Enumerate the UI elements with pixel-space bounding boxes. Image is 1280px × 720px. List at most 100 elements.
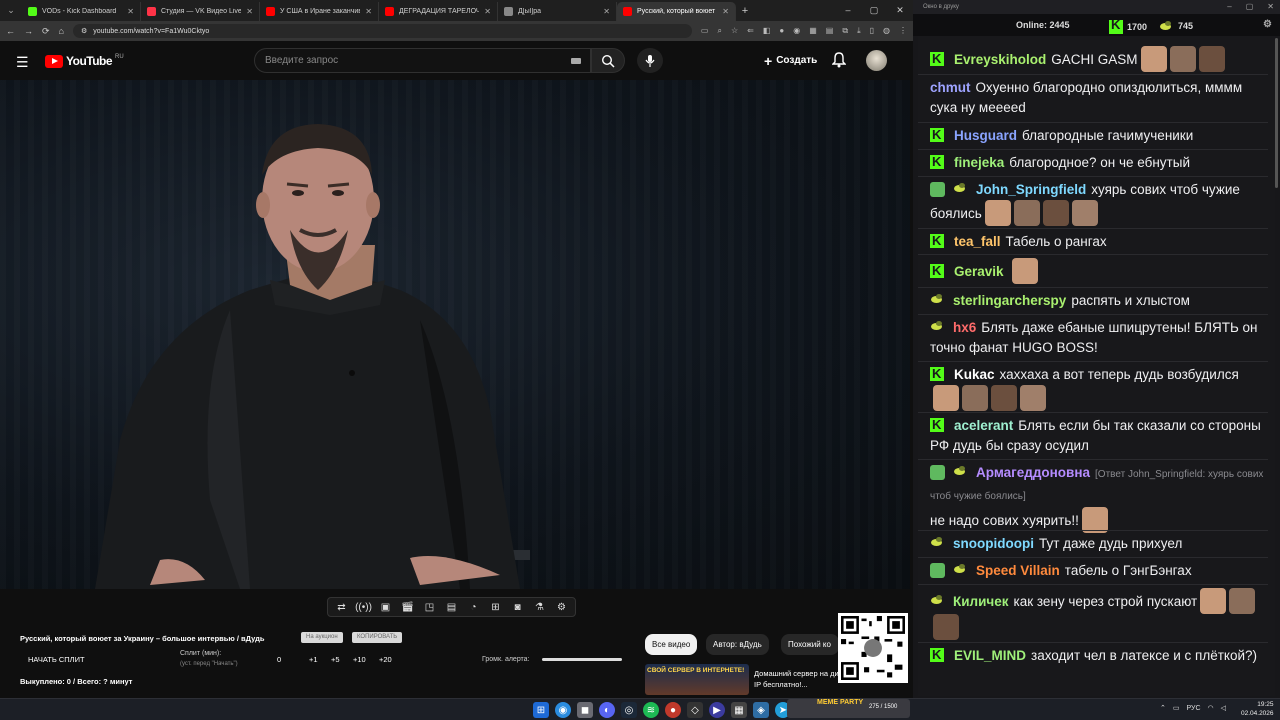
split-add-10-button[interactable]: +10 bbox=[353, 655, 366, 664]
keyboard-icon[interactable] bbox=[571, 58, 581, 64]
cast-icon[interactable]: ▭ bbox=[701, 26, 709, 36]
tab-close-icon[interactable]: ✕ bbox=[722, 7, 729, 16]
chat-scrollbar[interactable] bbox=[1275, 38, 1278, 188]
extension-icon[interactable]: ● bbox=[779, 26, 784, 36]
flask-icon[interactable]: ⚗ bbox=[530, 599, 549, 615]
url-field[interactable]: ⚙ youtube.com/watch?v=Fa1Wu0Cktyo bbox=[72, 24, 692, 38]
chat-username[interactable]: John_Springfield bbox=[976, 182, 1086, 197]
discord-icon[interactable]: ◐ bbox=[599, 702, 615, 718]
start-split-button[interactable]: НАЧАТЬ СПЛИТ bbox=[28, 655, 85, 664]
loop-icon[interactable]: ⇄ bbox=[332, 599, 351, 615]
chip-author[interactable]: Автор: вДудь bbox=[706, 634, 769, 655]
tray-overflow-icon[interactable]: ⌃ bbox=[1160, 704, 1166, 712]
app-icon[interactable]: ◼ bbox=[577, 702, 593, 718]
split-add-20-button[interactable]: +20 bbox=[379, 655, 392, 664]
maximize-icon[interactable]: ▢ bbox=[1246, 0, 1254, 14]
auction-button[interactable]: На аукцион bbox=[301, 632, 343, 643]
chat-username[interactable]: Киличек bbox=[953, 594, 1009, 609]
app-icon[interactable]: ◈ bbox=[753, 702, 769, 718]
chat-username[interactable]: finejeka bbox=[954, 155, 1004, 170]
tab-close-icon[interactable]: ✕ bbox=[484, 7, 491, 16]
video-player[interactable] bbox=[0, 80, 910, 589]
network-icon[interactable]: ▭ bbox=[1173, 704, 1180, 712]
extensions-puzzle-icon[interactable]: ⧉ bbox=[842, 26, 848, 36]
menu-icon[interactable]: ⋮ bbox=[899, 26, 907, 36]
zoom-icon[interactable]: ⌕ bbox=[717, 26, 721, 36]
split-value-0[interactable]: 0 bbox=[277, 655, 281, 664]
sidebar-icon[interactable]: ▯ bbox=[870, 26, 874, 36]
search-input[interactable]: Введите запрос bbox=[254, 48, 591, 73]
notifications-bell-icon[interactable] bbox=[831, 52, 847, 73]
theater-icon[interactable]: ▤ bbox=[442, 599, 461, 615]
settings-gear-icon[interactable]: ⚙ bbox=[552, 599, 571, 615]
plus-frame-icon[interactable]: ⊞ bbox=[486, 599, 505, 615]
picture-in-picture-icon[interactable]: ◳ bbox=[420, 599, 439, 615]
tab-close-icon[interactable]: ✕ bbox=[246, 7, 253, 16]
hamburger-menu-icon[interactable]: ☰ bbox=[16, 54, 29, 71]
audio-icon[interactable]: ((•)) bbox=[354, 599, 373, 615]
clapperboard-icon[interactable]: 🎬︎ bbox=[398, 599, 417, 615]
chat-username[interactable]: acelerant bbox=[954, 418, 1013, 433]
chat-username[interactable]: tea_fall bbox=[954, 234, 1001, 249]
bookmark-star-icon[interactable]: ☆ bbox=[731, 26, 738, 36]
mini-player-icon[interactable]: ▣ bbox=[376, 599, 395, 615]
browser-tab[interactable]: У США в Иране заканчиваются ✕ bbox=[260, 2, 379, 21]
split-add-5-button[interactable]: +5 bbox=[331, 655, 340, 664]
app-icon[interactable]: ▦ bbox=[731, 702, 747, 718]
search-button[interactable] bbox=[591, 48, 625, 73]
chat-username[interactable]: chmut bbox=[930, 80, 971, 95]
extension-icon[interactable]: ▦ bbox=[809, 26, 817, 36]
chat-username[interactable]: snoopidoopi bbox=[953, 536, 1034, 551]
extension-icon[interactable]: ▤ bbox=[826, 26, 834, 36]
tab-close-icon[interactable]: ✕ bbox=[603, 7, 610, 16]
volume-icon[interactable]: ◁ bbox=[1221, 704, 1226, 712]
close-icon[interactable]: ✕ bbox=[887, 0, 913, 21]
browser-tab[interactable]: Русский, который воюет з ✕ bbox=[617, 2, 736, 21]
minimize-icon[interactable]: – bbox=[835, 0, 861, 21]
profile-icon[interactable]: ◍ bbox=[883, 26, 890, 36]
split-add-1-button[interactable]: +1 bbox=[309, 655, 318, 664]
voice-search-button[interactable] bbox=[637, 48, 663, 73]
chat-settings-gear-icon[interactable]: ⚙ bbox=[1263, 19, 1272, 30]
chat-username[interactable]: Kukac bbox=[954, 367, 995, 382]
chrome-icon[interactable]: ◉ bbox=[555, 702, 571, 718]
create-button[interactable]: + Создать bbox=[756, 49, 825, 72]
chat-username[interactable]: sterlingarcherspy bbox=[953, 293, 1066, 308]
reload-icon[interactable]: ⟳ bbox=[42, 26, 50, 37]
youtube-logo[interactable]: YouTube RU bbox=[45, 54, 124, 68]
close-icon[interactable]: ✕ bbox=[1267, 0, 1274, 14]
forward-icon[interactable]: → bbox=[24, 26, 33, 36]
spotify-icon[interactable]: ≋ bbox=[643, 702, 659, 718]
new-tab-button[interactable]: + bbox=[736, 2, 754, 21]
chat-username[interactable]: hx6 bbox=[953, 320, 976, 335]
obs-icon[interactable]: ● bbox=[665, 702, 681, 718]
minimize-icon[interactable]: – bbox=[1227, 0, 1231, 14]
chat-username[interactable]: Evreyskiholod bbox=[954, 52, 1046, 67]
extension-icon[interactable]: ⇐ bbox=[747, 26, 754, 36]
steam-icon[interactable]: ◎ bbox=[621, 702, 637, 718]
media-player-icon[interactable]: ▶ bbox=[709, 702, 725, 718]
maximize-icon[interactable]: ▢ bbox=[861, 0, 887, 21]
browser-tab[interactable]: ДЕГРАДАЦИЯ ТАРЕЛОЧНИЦ ✕ bbox=[379, 2, 498, 21]
meme-party-app[interactable]: MEME PARTY 275 / 1500 bbox=[787, 699, 910, 718]
chat-username[interactable]: Husguard bbox=[954, 128, 1017, 143]
browser-tab[interactable]: Студия — VK Видео Live ✕ bbox=[141, 2, 260, 21]
keyboard-lang[interactable]: РУС bbox=[1187, 705, 1201, 712]
copy-button[interactable]: КОПИРОВАТЬ bbox=[352, 632, 403, 643]
speed-icon[interactable]: ◔ bbox=[464, 599, 483, 615]
back-icon[interactable]: ← bbox=[6, 26, 15, 36]
chip-similar[interactable]: Похожий ко bbox=[781, 634, 839, 655]
chat-username[interactable]: Speed Villain bbox=[976, 563, 1060, 578]
browser-tab[interactable]: Д[ыl]ра ✕ bbox=[498, 2, 617, 21]
tab-search-icon[interactable]: ⌄ bbox=[0, 0, 22, 21]
download-icon[interactable]: ⤓ bbox=[857, 26, 861, 36]
avatar[interactable] bbox=[866, 50, 887, 71]
chat-username[interactable]: EVIL_MIND bbox=[954, 648, 1026, 663]
home-icon[interactable]: ⌂ bbox=[59, 26, 64, 36]
tab-close-icon[interactable]: ✕ bbox=[365, 7, 372, 16]
app-icon[interactable]: ◇ bbox=[687, 702, 703, 718]
tab-close-icon[interactable]: ✕ bbox=[127, 7, 134, 16]
alert-volume-slider[interactable] bbox=[542, 658, 622, 661]
chat-username[interactable]: Армагеддоновна bbox=[976, 465, 1090, 480]
chat-username[interactable]: Geravik bbox=[954, 264, 1004, 279]
